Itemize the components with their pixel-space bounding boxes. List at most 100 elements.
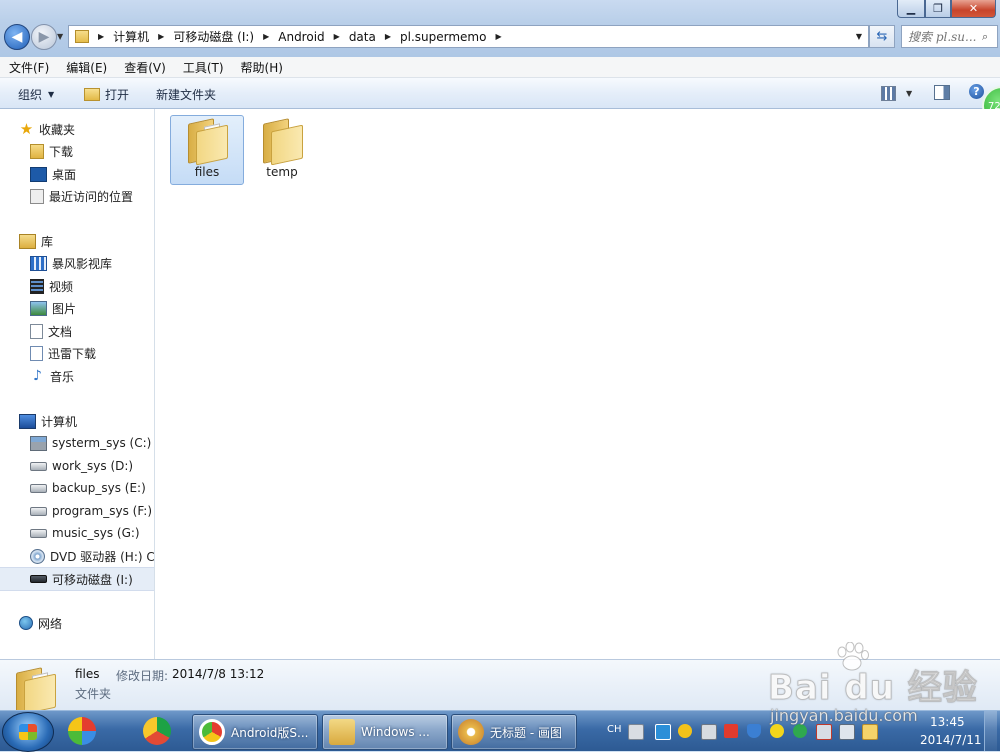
qq-icon[interactable] <box>678 724 692 738</box>
breadcrumb-chevron-icon[interactable]: ▶ <box>158 32 164 41</box>
nav-item-drive-c[interactable]: systerm_sys (C:) <box>0 432 154 454</box>
network-status-icon[interactable] <box>839 724 855 740</box>
menu-file[interactable]: 文件(F) <box>0 59 57 76</box>
breadcrumb-data[interactable]: data <box>349 30 376 44</box>
open-label: 打开 <box>105 88 130 102</box>
nav-item-baofeng-library[interactable]: 暴风影视库 <box>0 252 154 274</box>
recent-pages-dropdown-icon[interactable]: ▼ <box>57 32 63 41</box>
breadcrumb-chevron-icon[interactable]: ▶ <box>98 32 104 41</box>
nav-label: music_sys (G:) <box>52 526 140 540</box>
nav-item-drive-g[interactable]: music_sys (G:) <box>0 522 154 544</box>
menu-edit[interactable]: 编辑(E) <box>57 59 115 76</box>
breadcrumb-chevron-icon[interactable]: ▶ <box>334 32 340 41</box>
back-button[interactable]: ◀ <box>4 24 30 50</box>
battery-icon[interactable] <box>816 724 832 740</box>
change-view-icon[interactable] <box>881 86 896 101</box>
search-icon[interactable]: ⌕ <box>982 30 988 44</box>
organize-button[interactable]: 组织 ▼ <box>18 86 54 103</box>
selected-item-name: files <box>75 667 100 681</box>
address-bar[interactable]: ▶ 计算机 ▶ 可移动磁盘 (I:) ▶ Android ▶ data ▶ pl… <box>68 25 869 48</box>
task-label: Android版S... <box>231 725 309 740</box>
nav-label: 桌面 <box>52 167 77 182</box>
search-input[interactable] <box>902 28 982 45</box>
help-icon[interactable]: ? <box>969 84 984 99</box>
pinned-app-button[interactable] <box>60 714 104 748</box>
recent-places-icon <box>30 188 44 204</box>
nav-item-drive-d[interactable]: work_sys (D:) <box>0 455 154 477</box>
folder-icon <box>75 30 89 43</box>
star-icon: ★ <box>19 120 34 138</box>
folder-icon <box>186 118 228 166</box>
taskbar-button-explorer[interactable]: Windows ... <box>322 714 448 750</box>
nav-favorites[interactable]: ★ 收藏夹 <box>0 118 154 140</box>
start-button[interactable] <box>2 712 54 752</box>
language-indicator[interactable]: CH <box>607 724 622 735</box>
nav-item-downloads[interactable]: 下载 <box>0 140 154 162</box>
forward-button[interactable]: ▶ <box>31 24 57 50</box>
close-button[interactable]: ✕ <box>951 0 996 18</box>
nav-item-recent-places[interactable]: 最近访问的位置 <box>0 185 154 207</box>
volume-icon[interactable] <box>701 724 717 740</box>
pinned-app-button[interactable] <box>135 714 179 748</box>
nav-item-music[interactable]: ♪ 音乐 <box>0 365 154 387</box>
new-folder-label: 新建文件夹 <box>156 88 217 102</box>
nav-network[interactable]: 网络 <box>0 612 154 634</box>
network-tray-icon[interactable] <box>655 724 671 740</box>
breadcrumb-chevron-icon[interactable]: ▶ <box>495 32 501 41</box>
menu-tools[interactable]: 工具(T) <box>174 59 232 76</box>
taskbar-button-chrome[interactable]: Android版S... <box>192 714 318 750</box>
view-options-dropdown-icon[interactable]: ▼ <box>906 89 912 98</box>
breadcrumb-pl-supermemo[interactable]: pl.supermemo <box>400 30 486 44</box>
folder-item-temp[interactable]: temp <box>245 115 319 185</box>
hard-drive-icon <box>30 461 47 471</box>
breadcrumb-removable-disk[interactable]: 可移动磁盘 (I:) <box>173 28 254 45</box>
clock-date[interactable]: 2014/7/11 <box>920 733 982 747</box>
nav-label: backup_sys (E:) <box>52 481 146 495</box>
hard-drive-icon <box>30 506 47 516</box>
open-button[interactable]: 打开 <box>84 86 129 103</box>
menu-help[interactable]: 帮助(H) <box>232 59 291 76</box>
taskbar-button-paint[interactable]: 无标题 - 画图 <box>451 714 577 750</box>
nav-item-dvd-drive-h[interactable]: DVD 驱动器 (H:) CD <box>0 545 154 567</box>
action-center-icon[interactable] <box>862 724 878 740</box>
minimize-button[interactable]: ▁ <box>897 0 925 18</box>
folder-name: files <box>194 165 220 179</box>
new-folder-button[interactable]: 新建文件夹 <box>156 86 216 103</box>
nav-item-removable-disk-i[interactable]: 可移动磁盘 (I:) <box>0 567 154 591</box>
item-type: 文件夹 <box>75 687 112 701</box>
nav-item-pictures[interactable]: 图片 <box>0 297 154 319</box>
preview-pane-icon[interactable] <box>934 85 950 100</box>
nav-item-drive-f[interactable]: program_sys (F:) <box>0 500 154 522</box>
nav-item-desktop[interactable]: 桌面 <box>0 163 154 185</box>
system-tray: CH 13:45 2014/7/11 <box>598 711 998 751</box>
maximize-button[interactable]: ❐ <box>925 0 951 18</box>
breadcrumb-computer[interactable]: 计算机 <box>113 28 149 45</box>
taskbar: Android版S... Windows ... 无标题 - 画图 CH 13:… <box>0 710 1000 752</box>
nav-item-videos[interactable]: 视频 <box>0 275 154 297</box>
title-bar: ▁ ❐ ✕ ◀ ▶ ▼ ▶ 计算机 ▶ 可移动磁盘 (I:) ▶ Android… <box>0 0 1000 57</box>
breadcrumb-chevron-icon[interactable]: ▶ <box>385 32 391 41</box>
nav-computer[interactable]: 计算机 <box>0 410 154 432</box>
nav-item-thunder-downloads[interactable]: 迅雷下载 <box>0 342 154 364</box>
modified-date-value: 2014/7/8 13:12 <box>172 667 265 681</box>
address-dropdown-icon[interactable]: ▼ <box>856 32 862 41</box>
nav-item-drive-e[interactable]: backup_sys (E:) <box>0 477 154 499</box>
breadcrumb-chevron-icon[interactable]: ▶ <box>263 32 269 41</box>
refresh-button[interactable]: ⇆ <box>869 25 895 48</box>
folder-icon <box>261 118 303 166</box>
show-desktop-button[interactable] <box>984 711 997 751</box>
check-icon[interactable] <box>793 724 807 738</box>
computer-icon <box>19 413 36 429</box>
modified-date-label: 修改日期: <box>116 669 169 683</box>
shield-icon[interactable] <box>747 724 761 738</box>
folder-item-files[interactable]: files <box>170 115 244 185</box>
menu-view[interactable]: 查看(V) <box>115 59 174 76</box>
plus-icon[interactable] <box>770 724 784 738</box>
keyboard-icon[interactable] <box>628 724 644 740</box>
nav-libraries[interactable]: 库 <box>0 230 154 252</box>
nav-item-documents[interactable]: 文档 <box>0 320 154 342</box>
security-alert-icon[interactable] <box>724 724 738 738</box>
breadcrumb-android[interactable]: Android <box>278 30 324 44</box>
search-box[interactable]: ⌕ <box>901 25 998 48</box>
clock-time[interactable]: 13:45 <box>930 715 965 729</box>
